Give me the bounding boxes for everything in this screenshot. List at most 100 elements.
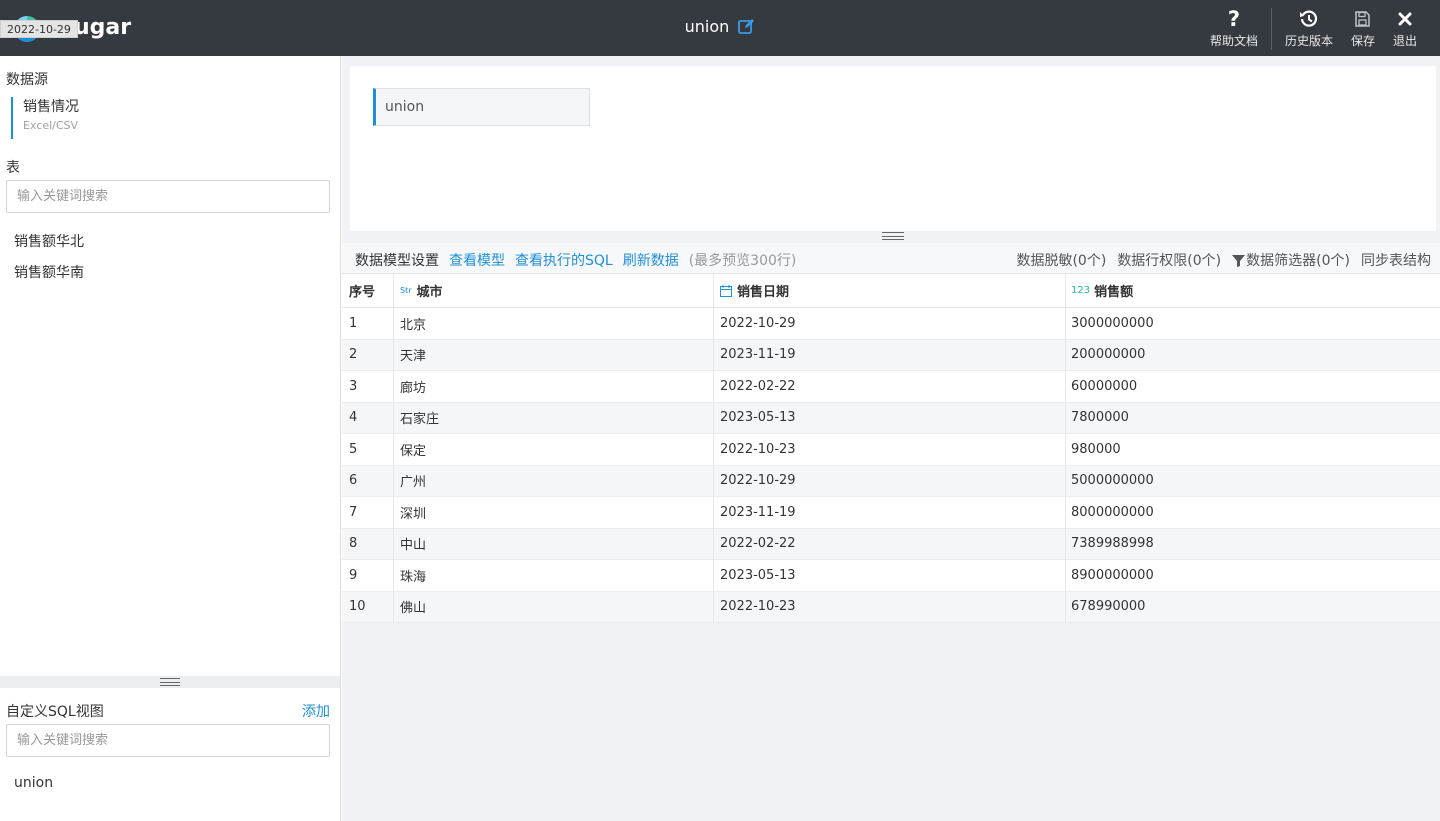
cell-sale-date: 2022-10-29	[714, 308, 1066, 339]
save-button[interactable]: 保存	[1342, 8, 1384, 49]
cell-sales-amount: 8900000000	[1071, 567, 1154, 583]
exit-button[interactable]: 退出	[1384, 8, 1426, 49]
cell-index: 6	[342, 465, 394, 496]
cell-city: 北京	[394, 308, 714, 339]
sync-schema-button[interactable]: 同步表结构	[1361, 250, 1431, 270]
cell-city: 石家庄	[394, 402, 714, 433]
datasource-name: 销售情况	[23, 99, 79, 115]
grip-icon	[160, 678, 180, 686]
table-row[interactable]: 10 佛山 2022-10-23 678990000	[342, 591, 1440, 623]
preview-note: (最多预览300行)	[688, 253, 797, 269]
table-item[interactable]: 销售额华南	[14, 262, 84, 282]
table-row[interactable]: 6 广州 2022-10-29 5000000000	[342, 465, 1440, 497]
cell-city: 中山	[394, 528, 714, 559]
left-splitter-handle[interactable]	[0, 676, 340, 688]
cell-sale-date: 2022-02-22	[714, 528, 1066, 559]
grid-toolbar: 数据模型设置 查看模型 查看执行的SQL 刷新数据 (最多预览300行) 数据脱…	[342, 243, 1440, 274]
cell-sales-amount: 980000	[1071, 441, 1121, 457]
cell-index: 10	[342, 591, 394, 622]
cell-index: 2	[342, 339, 394, 370]
header-sale-date[interactable]: 销售日期	[714, 274, 1066, 307]
cell-sales-amount: 7800000	[1071, 410, 1129, 426]
grid-body: 1 北京 2022-10-29 3000000000 2 天津 2023-11-19 2000…	[342, 308, 1440, 623]
number-type-icon: 123	[1071, 285, 1091, 296]
refresh-data-link[interactable]: 刷新数据	[623, 250, 679, 270]
cell-index: 5	[342, 434, 394, 465]
cell-sales-amount: 5000000000	[1071, 473, 1154, 489]
data-grid: 序号 Str 城市 销售日期 123 销售额 1 北京 2022-10-29 3000…	[342, 274, 1440, 623]
canvas-splitter-handle[interactable]	[882, 232, 904, 240]
datasource-type: Excel/CSV	[23, 119, 79, 132]
history-icon	[1299, 8, 1319, 30]
tables-search-input[interactable]	[6, 180, 330, 213]
grid-header-row: 序号 Str 城市 销售日期 123 销售额	[342, 274, 1440, 308]
cell-sale-date: 2023-05-13	[714, 402, 1066, 433]
sql-view-item[interactable]: union	[14, 775, 53, 791]
model-settings-label: 数据模型设置	[355, 253, 439, 269]
string-type-icon: Str	[400, 286, 412, 295]
cell-sale-date: 2022-10-29	[714, 465, 1066, 496]
sql-views-search-input[interactable]	[6, 724, 330, 757]
cell-sale-date: 2022-10-23	[714, 434, 1066, 465]
left-panel: 数据源 销售情况 Excel/CSV 表 销售额华北 销售额华南 自定义SQL视…	[0, 56, 341, 821]
model-canvas[interactable]: union	[350, 66, 1436, 231]
cell-sale-date: 2023-11-19	[714, 339, 1066, 370]
tables-label: 表	[6, 160, 20, 176]
cell-sales-amount: 7389988998	[1071, 536, 1154, 552]
union-node[interactable]: union	[373, 88, 590, 126]
table-row[interactable]: 9 珠海 2023-05-13 8900000000	[342, 560, 1440, 592]
cell-city: 珠海	[394, 560, 714, 591]
view-model-link[interactable]: 查看模型	[449, 250, 505, 270]
data-filter-button[interactable]: 数据筛选器(0个)	[1232, 250, 1350, 270]
cell-sale-date: 2022-10-23	[714, 591, 1066, 622]
grip-icon	[882, 232, 904, 240]
cell-index: 4	[342, 402, 394, 433]
tool-separator	[1270, 8, 1272, 50]
cell-sales-amount: 678990000	[1071, 599, 1146, 615]
cell-sale-date: 2023-05-13	[714, 560, 1066, 591]
table-row[interactable]: 8 中山 2022-02-22 7389988998	[342, 528, 1440, 560]
edit-icon[interactable]	[738, 18, 755, 38]
header-tools: ? 帮助文档 历史版本 保存 退出	[1201, 8, 1426, 50]
table-row[interactable]: 2 天津 2023-11-19 200000000	[342, 339, 1440, 371]
cell-sale-date: 2022-02-22	[714, 371, 1066, 402]
right-panel: union 数据模型设置 查看模型 查看执行的SQL 刷新数据 (最多预览300…	[342, 56, 1440, 821]
cell-sale-date: 2023-11-19	[714, 497, 1066, 528]
cell-sales-amount: 200000000	[1071, 347, 1146, 363]
table-row[interactable]: 3 廊坊 2022-02-22 60000000	[342, 371, 1440, 403]
help-docs-button[interactable]: ? 帮助文档	[1201, 8, 1267, 49]
cell-city: 天津	[394, 339, 714, 370]
page-title: union	[684, 17, 730, 36]
table-item[interactable]: 销售额华北	[14, 231, 84, 251]
table-row[interactable]: 4 石家庄 2023-05-13 7800000	[342, 402, 1440, 434]
cell-city: 保定	[394, 434, 714, 465]
header-city[interactable]: Str 城市	[394, 274, 714, 307]
header-sales-amount[interactable]: 123 销售额	[1066, 274, 1440, 307]
cell-index: 3	[342, 371, 394, 402]
cell-index: 9	[342, 560, 394, 591]
close-icon	[1398, 8, 1412, 30]
top-bar: ugar 2022-10-29 union ? 帮助文档 历史版本 保存 退出	[0, 0, 1440, 56]
table-row[interactable]: 5 保定 2022-10-23 980000	[342, 434, 1440, 466]
cell-index: 8	[342, 528, 394, 559]
calendar-icon	[720, 284, 732, 297]
cell-index: 7	[342, 497, 394, 528]
history-versions-button[interactable]: 历史版本	[1276, 8, 1342, 49]
cell-city: 广州	[394, 465, 714, 496]
cell-city: 佛山	[394, 591, 714, 622]
help-icon: ?	[1227, 7, 1241, 31]
cell-sales-amount: 3000000000	[1071, 315, 1154, 331]
add-sql-view-button[interactable]: 添加	[302, 701, 330, 721]
cell-city: 深圳	[394, 497, 714, 528]
data-masking-button[interactable]: 数据脱敏(0个)	[1016, 250, 1106, 270]
cell-sales-amount: 60000000	[1071, 378, 1138, 394]
header-index[interactable]: 序号	[342, 274, 394, 307]
view-sql-link[interactable]: 查看执行的SQL	[515, 250, 613, 270]
datasource-item[interactable]: 销售情况 Excel/CSV	[11, 97, 79, 139]
cell-sales-amount: 8000000000	[1071, 504, 1154, 520]
table-row[interactable]: 7 深圳 2023-11-19 8000000000	[342, 497, 1440, 529]
cell-city: 廊坊	[394, 371, 714, 402]
table-row[interactable]: 1 北京 2022-10-29 3000000000	[342, 308, 1440, 340]
row-permission-button[interactable]: 数据行权限(0个)	[1117, 250, 1221, 270]
cell-index: 1	[342, 308, 394, 339]
